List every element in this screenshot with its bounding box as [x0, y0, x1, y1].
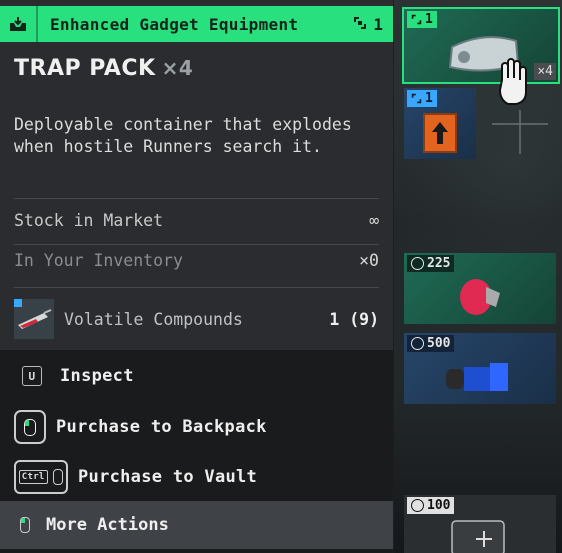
blue-device-icon [446, 363, 508, 391]
inspect-label: Inspect [60, 366, 134, 386]
gadget-category-icon [0, 6, 38, 42]
hand-cursor-icon [496, 58, 530, 112]
category-header: Enhanced Gadget Equipment 1 [0, 6, 393, 42]
slot-count: 1 [353, 15, 393, 34]
more-actions-button[interactable]: More Actions [0, 501, 393, 549]
component-quantity: 1 (9) [329, 309, 379, 329]
item-tooltip: Enhanced Gadget Equipment 1 TRAP PACK ×4 … [0, 0, 393, 553]
price-value: 100 [427, 498, 451, 513]
item-name-text: TRAP PACK [14, 56, 156, 81]
price-badge: 225 [407, 255, 455, 272]
red-grenade-icon [460, 279, 500, 315]
coin-icon [411, 337, 424, 350]
price-value: 500 [427, 336, 451, 351]
stat-value: ×0 [359, 251, 379, 270]
trap-pack-tile[interactable]: 1 ×4 [402, 7, 560, 84]
category-title: Enhanced Gadget Equipment [50, 14, 299, 34]
slot-size-icon [411, 93, 422, 104]
stat-row-market: Stock in Market ∞ [14, 211, 379, 230]
stat-value: ∞ [369, 211, 379, 230]
item-multiplier: ×4 [161, 56, 194, 80]
divider [14, 198, 379, 199]
coin-icon [411, 257, 424, 270]
component-name: Volatile Compounds [64, 309, 243, 329]
stat-label: In Your Inventory [14, 251, 183, 270]
volatile-compounds-thumbnail [14, 299, 54, 339]
purchase-to-backpack-button[interactable]: Purchase to Backpack [14, 410, 267, 444]
ctrl-key-label: Ctrl [18, 470, 48, 484]
price-badge: 100 [407, 497, 455, 514]
slot-count-value: 1 [373, 14, 383, 34]
left-click-icon [14, 410, 46, 444]
component-row[interactable]: Volatile Compounds 1 (9) [14, 298, 379, 340]
orange-canister-icon [423, 113, 457, 153]
orange-gadget-tile[interactable]: 1 [404, 88, 476, 159]
key-u-icon: U [22, 366, 42, 386]
slot-size-icon [411, 14, 422, 25]
red-item-tile[interactable]: 225 [404, 253, 556, 324]
stat-label: Stock in Market [14, 211, 164, 230]
item-description: Deployable container that explodes when … [14, 115, 352, 156]
mouse-icon [53, 469, 64, 485]
item-name: TRAP PACK ×4 [14, 56, 193, 81]
purchase-vault-label: Purchase to Vault [78, 467, 258, 487]
stack-count: ×4 [534, 63, 556, 80]
divider [14, 244, 379, 245]
slot-badge-value: 1 [425, 12, 433, 27]
slot-badge: 1 [407, 11, 437, 28]
grey-gadget-icon [451, 520, 505, 553]
price-value: 225 [427, 256, 451, 271]
slot-size-icon [353, 15, 367, 34]
price-badge: 500 [407, 335, 455, 352]
ctrl-click-icon: Ctrl [14, 460, 68, 494]
purchase-backpack-label: Purchase to Backpack [56, 417, 267, 437]
mouse-icon [20, 517, 30, 533]
divider [14, 287, 379, 288]
dark-item-tile[interactable]: 100 [404, 495, 556, 553]
coin-icon [411, 499, 424, 512]
purchase-to-vault-button[interactable]: Ctrl Purchase to Vault [14, 460, 257, 494]
inspect-action[interactable]: U Inspect [14, 366, 134, 386]
stat-row-inventory: In Your Inventory ×0 [14, 251, 379, 270]
more-actions-label: More Actions [46, 515, 169, 535]
slot-badge: 1 [407, 90, 437, 107]
syringe-icon [18, 309, 52, 329]
crosshair-icon [492, 110, 548, 158]
slot-badge-value: 1 [425, 91, 433, 106]
blue-item-tile[interactable]: 500 [404, 333, 556, 404]
